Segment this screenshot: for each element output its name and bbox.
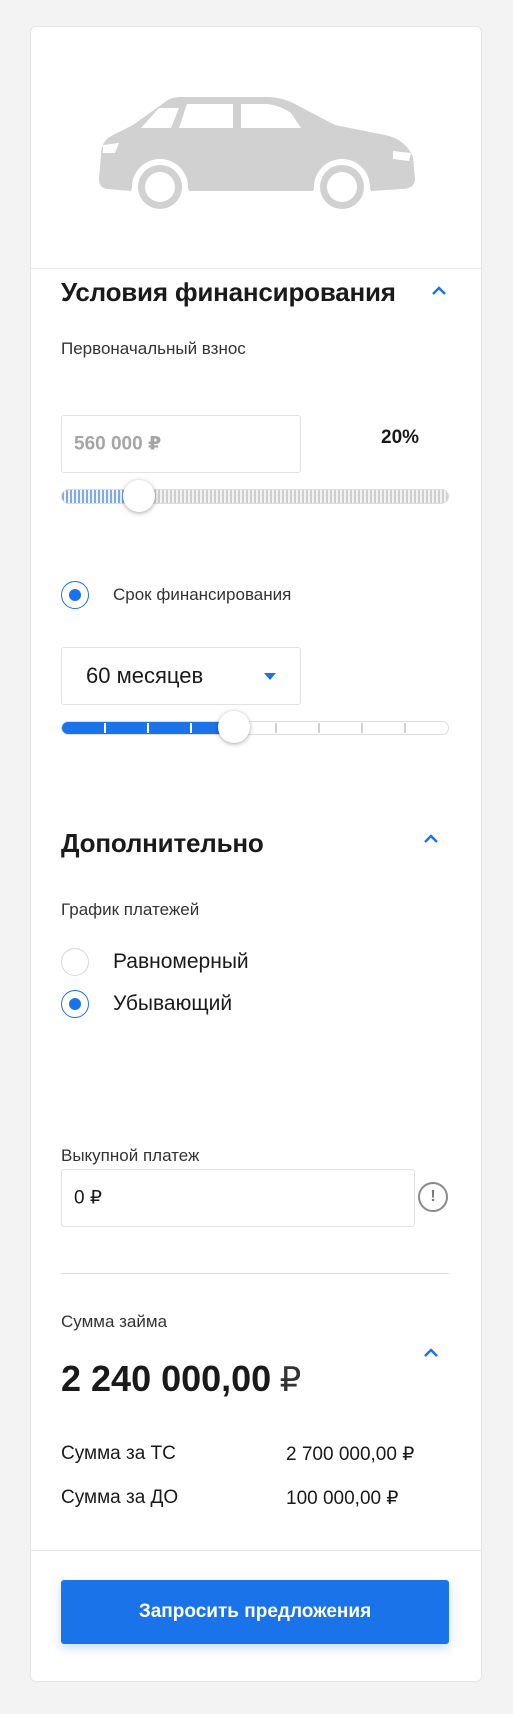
chevron-up-icon bbox=[432, 286, 446, 295]
loan-row-label-equipment: Сумма за ДО bbox=[61, 1487, 179, 1508]
term-slider-segment bbox=[104, 722, 148, 734]
down-payment-slider-thumb[interactable] bbox=[122, 480, 155, 512]
loan-row-value-equipment: 100 000,00 ₽ bbox=[286, 1488, 399, 1509]
term-label: Срок финансирования bbox=[113, 585, 292, 604]
buyout-input[interactable]: 0 ₽ bbox=[61, 1169, 415, 1227]
financing-collapse-button[interactable] bbox=[431, 283, 447, 304]
loan-collapse-button[interactable] bbox=[423, 1345, 439, 1366]
additional-title: Дополнительно bbox=[61, 828, 264, 858]
schedule-option-decreasing-radio[interactable] bbox=[61, 990, 89, 1018]
caret-down-icon bbox=[264, 673, 276, 680]
car-silhouette-icon bbox=[99, 97, 415, 215]
divider bbox=[61, 1273, 449, 1274]
calculator-card: Условия финансирования Первоначальный вз… bbox=[30, 26, 482, 1682]
term-slider-track[interactable] bbox=[61, 721, 449, 735]
term-slider-tick bbox=[103, 723, 106, 733]
chevron-up-icon bbox=[424, 1348, 438, 1357]
loan-currency: ₽ bbox=[279, 1361, 302, 1399]
schedule-label: График платежей bbox=[61, 900, 200, 919]
term-select[interactable]: 60 месяцев bbox=[61, 647, 301, 705]
loan-row-label-vehicle: Сумма за ТС bbox=[61, 1443, 176, 1464]
loan-label: Сумма займа bbox=[61, 1312, 168, 1331]
additional-collapse-button[interactable] bbox=[423, 831, 439, 852]
exclamation-circle-icon[interactable]: ! bbox=[418, 1182, 448, 1212]
schedule-option-decreasing-label[interactable]: Убывающий bbox=[113, 992, 232, 1016]
term-slider-segment bbox=[147, 722, 191, 734]
loan-row-value-vehicle: 2 700 000,00 ₽ bbox=[286, 1444, 415, 1465]
down-payment-input[interactable]: 560 000 ₽ bbox=[61, 415, 301, 473]
term-radio[interactable] bbox=[61, 581, 89, 609]
term-slider-tick bbox=[361, 723, 364, 733]
term-slider-tick bbox=[146, 723, 149, 733]
down-payment-label: Первоначальный взнос bbox=[61, 339, 246, 358]
financing-title: Условия финансирования bbox=[61, 277, 396, 307]
term-select-value: 60 месяцев bbox=[86, 663, 204, 688]
schedule-option-even-label[interactable]: Равномерный bbox=[113, 950, 249, 974]
down-payment-slider-track[interactable] bbox=[61, 489, 449, 504]
buyout-value: 0 ₽ bbox=[74, 1187, 102, 1209]
footer-divider bbox=[31, 1550, 481, 1551]
term-slider-thumb[interactable] bbox=[217, 711, 250, 743]
term-slider-tick bbox=[318, 723, 321, 733]
schedule-option-even-radio[interactable] bbox=[61, 948, 89, 976]
down-payment-percent: 20% bbox=[381, 427, 420, 448]
term-slider-tick bbox=[404, 723, 407, 733]
buyout-label: Выкупной платеж bbox=[61, 1146, 200, 1165]
term-slider-segment bbox=[62, 722, 105, 734]
chevron-up-icon bbox=[424, 834, 438, 843]
car-image-area bbox=[31, 27, 481, 269]
loan-amount-line: 2 240 000,00 ₽ bbox=[61, 1358, 301, 1400]
term-slider-tick bbox=[275, 723, 278, 733]
down-payment-value: 560 000 ₽ bbox=[74, 433, 162, 455]
request-offers-button[interactable]: Запросить предложения bbox=[61, 1580, 449, 1644]
term-slider-tick bbox=[189, 723, 192, 733]
loan-amount: 2 240 000,00 bbox=[61, 1358, 272, 1399]
